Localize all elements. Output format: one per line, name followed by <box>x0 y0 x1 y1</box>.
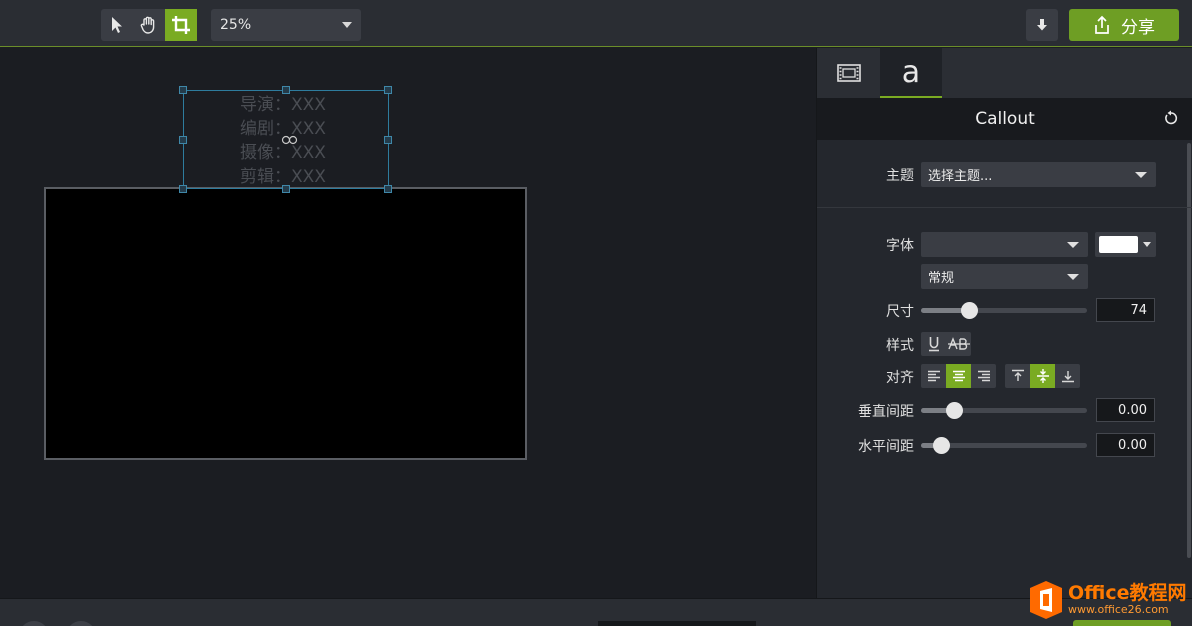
download-button[interactable] <box>1026 9 1058 41</box>
watermark-title: Office教程网 <box>1068 582 1187 604</box>
editing-canvas[interactable]: 导演：XXX 编剧：XXX 摄像：XXX 剪辑：XXX <box>0 48 816 598</box>
size-value: 74 <box>1130 302 1147 318</box>
timeline-round-button[interactable] <box>66 621 96 626</box>
office-logo-icon <box>1030 581 1062 619</box>
chevron-down-icon <box>342 22 352 28</box>
line-spacing-value: 0.00 <box>1118 402 1147 418</box>
align-top-icon <box>1011 369 1024 381</box>
top-toolbar: 25% 分享 <box>0 0 1192 47</box>
size-slider[interactable] <box>921 302 1087 319</box>
align-top-button[interactable] <box>1005 364 1030 388</box>
resize-handle-bottom-right[interactable] <box>384 185 392 193</box>
align-left-icon <box>927 370 940 382</box>
align-center-button[interactable] <box>946 364 971 388</box>
char-spacing-value: 0.00 <box>1118 437 1147 453</box>
watermark-url: www.office26.com <box>1068 603 1169 616</box>
chevron-down-icon <box>1135 172 1147 178</box>
align-right-button[interactable] <box>971 364 996 388</box>
site-watermark: Office教程网 www.office26.com <box>1028 576 1190 624</box>
cursor-arrow-icon <box>112 17 122 33</box>
strikethrough-button[interactable] <box>946 332 971 356</box>
align-label: 对齐 <box>886 370 914 386</box>
font-label: 字体 <box>886 238 914 254</box>
align-bottom-icon <box>1061 371 1074 383</box>
resize-handle-top-right[interactable] <box>384 86 392 94</box>
char-spacing-input[interactable]: 0.00 <box>1096 433 1155 457</box>
hand-icon <box>140 16 155 34</box>
timeline-round-button[interactable] <box>19 621 49 626</box>
font-color-picker[interactable] <box>1095 232 1156 257</box>
canvas-tool-group <box>101 9 197 41</box>
align-center-icon <box>952 370 965 382</box>
line-spacing-input[interactable]: 0.00 <box>1096 398 1155 422</box>
strikethrough-icon <box>947 337 970 350</box>
watermark-text: Office教程网 www.office26.com <box>1068 583 1187 617</box>
char-spacing-slider-knob[interactable] <box>933 437 950 454</box>
char-spacing-label: 水平间距 <box>858 439 914 455</box>
section-divider <box>817 207 1192 208</box>
theme-value: 选择主题... <box>928 169 993 184</box>
size-label: 尺寸 <box>886 304 914 320</box>
pan-tool-button[interactable] <box>133 9 165 41</box>
text-style-group <box>921 332 971 356</box>
align-middle-icon <box>1036 369 1049 383</box>
reset-icon[interactable] <box>1163 110 1179 126</box>
zoom-value: 25% <box>220 17 252 33</box>
font-color-swatch <box>1099 236 1138 253</box>
resize-handle-left[interactable] <box>179 136 187 144</box>
share-icon <box>1095 15 1109 34</box>
theme-label: 主题 <box>886 168 914 184</box>
properties-panel: a Callout 主题 选择主题... 字体 常规 尺寸 74 样式 对齐 垂… <box>816 48 1192 598</box>
timeline-scrubber[interactable] <box>598 621 756 626</box>
rotation-center-icon[interactable] <box>281 135 299 145</box>
align-bottom-button[interactable] <box>1055 364 1080 388</box>
tab-visual-properties[interactable] <box>817 48 880 98</box>
align-middle-button[interactable] <box>1030 364 1055 388</box>
font-family-dropdown[interactable] <box>921 232 1088 257</box>
callout-line: 导演：XXX <box>240 95 326 115</box>
panel-scrollbar[interactable] <box>1187 143 1191 558</box>
select-tool-button[interactable] <box>101 9 133 41</box>
chevron-down-icon <box>1143 242 1151 247</box>
callout-selection[interactable]: 导演：XXX 编剧：XXX 摄像：XXX 剪辑：XXX <box>179 86 392 193</box>
font-style-dropdown[interactable]: 常规 <box>921 264 1088 289</box>
panel-title: Callout <box>975 109 1035 129</box>
chevron-down-icon <box>1067 242 1079 248</box>
resize-handle-top[interactable] <box>282 86 290 94</box>
download-arrow-icon <box>1037 19 1047 31</box>
vertical-align-group <box>1005 364 1080 388</box>
line-spacing-slider[interactable] <box>921 402 1087 419</box>
underline-icon <box>928 337 939 352</box>
video-frame[interactable] <box>44 187 527 460</box>
line-spacing-label: 垂直间距 <box>858 404 914 420</box>
size-slider-knob[interactable] <box>961 302 978 319</box>
align-left-button[interactable] <box>921 364 946 388</box>
horizontal-align-group <box>921 364 996 388</box>
share-button[interactable]: 分享 <box>1069 9 1179 41</box>
char-spacing-slider[interactable] <box>921 437 1087 454</box>
crop-icon <box>172 16 190 34</box>
panel-header: Callout <box>817 98 1192 140</box>
align-right-icon <box>977 370 990 382</box>
underline-button[interactable] <box>921 332 946 356</box>
size-input[interactable]: 74 <box>1096 298 1155 322</box>
font-style-value: 常规 <box>928 271 955 286</box>
line-spacing-slider-knob[interactable] <box>946 402 963 419</box>
resize-handle-top-left[interactable] <box>179 86 187 94</box>
resize-handle-bottom[interactable] <box>282 185 290 193</box>
style-label: 样式 <box>886 338 914 354</box>
resize-handle-bottom-left[interactable] <box>179 185 187 193</box>
theme-dropdown[interactable]: 选择主题... <box>921 162 1156 187</box>
resize-handle-right[interactable] <box>384 136 392 144</box>
chevron-down-icon <box>1067 274 1079 280</box>
timeline-toolbar <box>0 598 1192 626</box>
crop-tool-button[interactable] <box>165 9 197 41</box>
share-label: 分享 <box>1121 17 1155 38</box>
properties-tabs: a <box>817 48 1192 98</box>
tab-text-properties[interactable]: a <box>880 48 942 98</box>
zoom-dropdown[interactable]: 25% <box>211 9 361 41</box>
text-tab-label: a <box>901 54 921 90</box>
film-strip-icon <box>836 64 861 82</box>
